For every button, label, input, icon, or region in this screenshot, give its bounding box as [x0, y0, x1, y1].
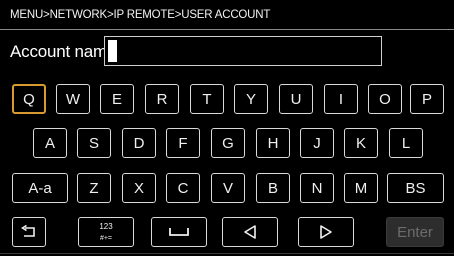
account-name-field[interactable]	[104, 36, 382, 66]
numbers-symbols-key[interactable]: 123 #+=	[78, 217, 134, 247]
key-v[interactable]: V	[211, 173, 245, 203]
enter-button[interactable]: Enter	[386, 217, 444, 247]
key-x[interactable]: X	[122, 173, 156, 203]
return-arrow-icon	[20, 225, 38, 239]
bottom-divider	[0, 253, 454, 254]
key-k[interactable]: K	[344, 128, 378, 158]
key-l[interactable]: L	[389, 128, 423, 158]
cursor-left-key[interactable]	[222, 217, 278, 247]
breadcrumb: MENU>NETWORK>IP REMOTE>USER ACCOUNT	[10, 9, 271, 21]
key-g[interactable]: G	[211, 128, 245, 158]
return-key[interactable]	[12, 217, 46, 247]
space-key[interactable]	[151, 217, 207, 247]
key-t[interactable]: T	[190, 84, 224, 114]
key-case-toggle[interactable]: A-a	[12, 173, 68, 203]
key-a[interactable]: A	[33, 128, 67, 158]
key-p[interactable]: P	[410, 84, 444, 114]
key-j[interactable]: J	[300, 128, 334, 158]
key-r[interactable]: R	[145, 84, 179, 114]
key-f[interactable]: F	[166, 128, 200, 158]
key-z[interactable]: Z	[77, 173, 111, 203]
symbols-label: #+=	[99, 234, 113, 242]
cursor-right-key[interactable]	[298, 217, 354, 247]
space-bar-icon	[169, 227, 189, 237]
text-cursor	[108, 40, 117, 62]
key-e[interactable]: E	[100, 84, 134, 114]
key-b[interactable]: B	[256, 173, 290, 203]
key-u[interactable]: U	[279, 84, 313, 114]
account-name-label: Account name	[10, 42, 117, 61]
key-s[interactable]: S	[77, 128, 111, 158]
numbers-label: 123	[99, 221, 113, 231]
key-n[interactable]: N	[300, 173, 334, 203]
key-backspace[interactable]: BS	[387, 173, 444, 203]
header-divider	[0, 29, 454, 30]
key-q[interactable]: Q	[12, 84, 46, 114]
key-c[interactable]: C	[166, 173, 200, 203]
key-h[interactable]: H	[256, 128, 290, 158]
right-triangle-icon	[319, 225, 333, 239]
key-w[interactable]: W	[56, 84, 90, 114]
key-d[interactable]: D	[122, 128, 156, 158]
key-i[interactable]: I	[324, 84, 358, 114]
key-m[interactable]: M	[344, 173, 378, 203]
key-o[interactable]: O	[368, 84, 402, 114]
key-y[interactable]: Y	[234, 84, 268, 114]
left-triangle-icon	[243, 225, 257, 239]
